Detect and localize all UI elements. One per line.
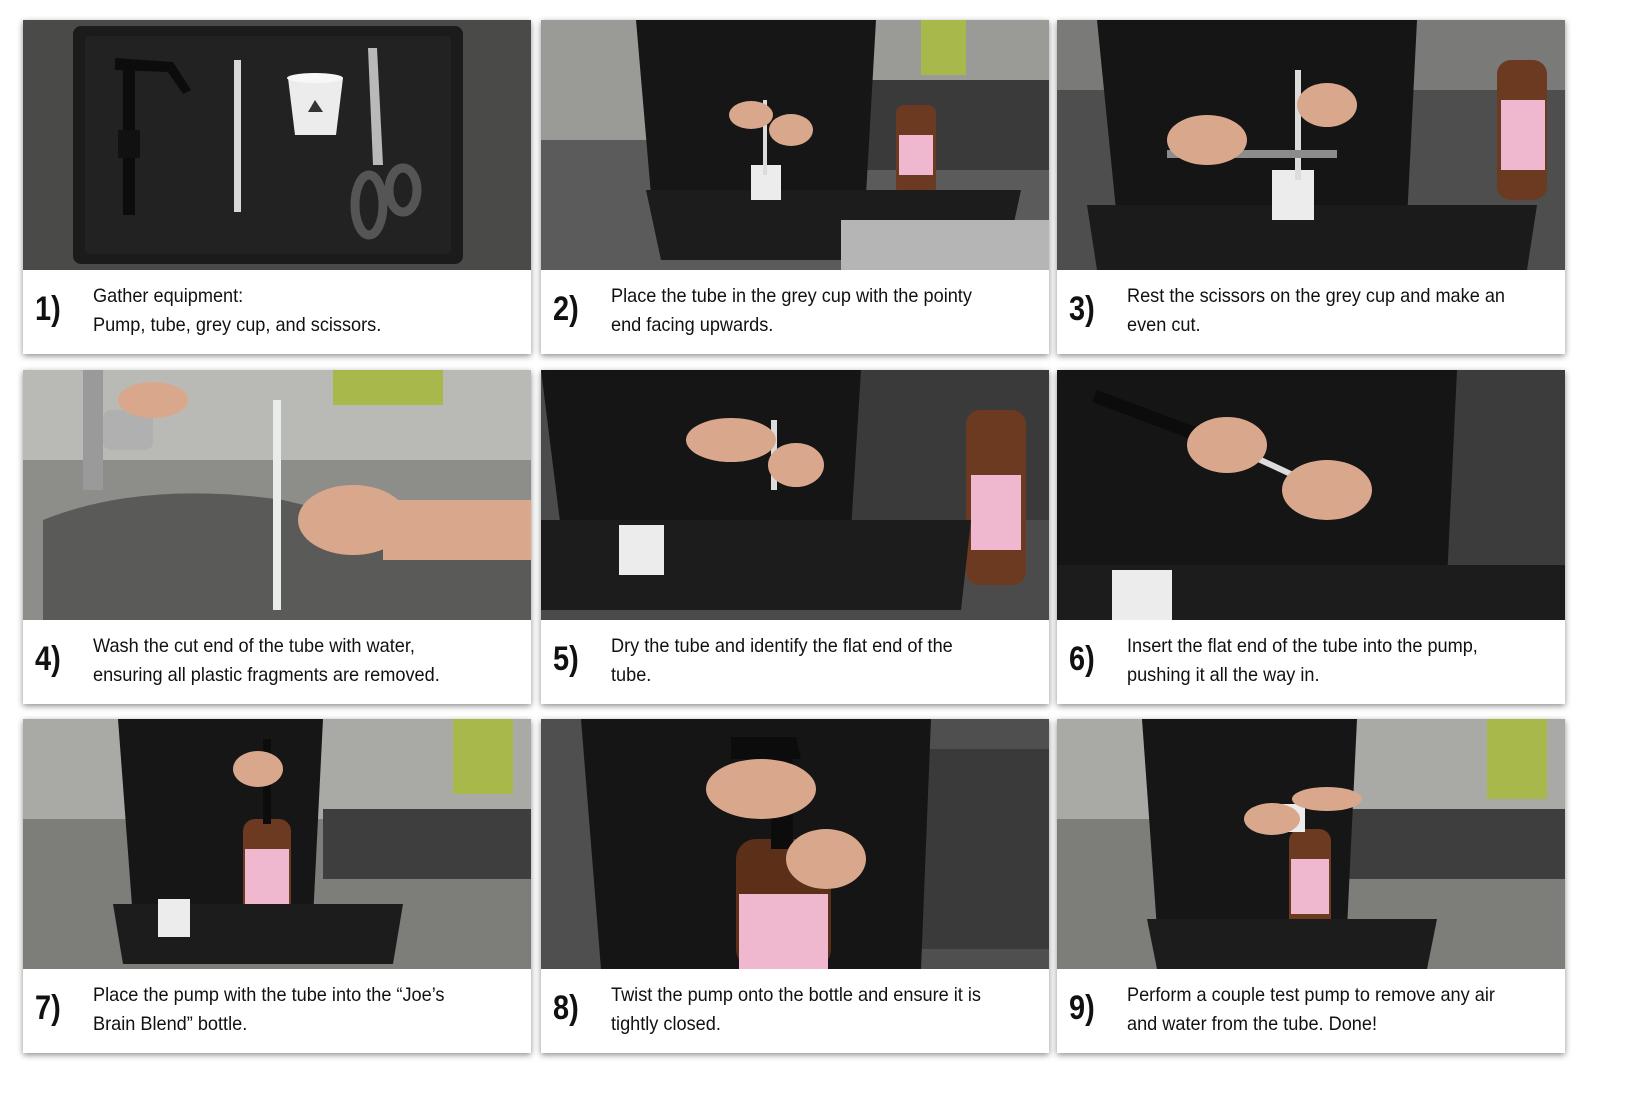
placing-pump-photo	[23, 719, 531, 969]
step-number: 7)	[35, 989, 61, 1027]
equipment-photo	[23, 20, 531, 270]
step-number: 3)	[1069, 290, 1095, 328]
step-number: 9)	[1069, 989, 1095, 1027]
step-caption: 9) Perform a couple test pump to remove …	[1057, 969, 1565, 1053]
step-description: Rest the scissors on the grey cup and ma…	[1127, 285, 1506, 336]
step-description: Wash the cut end of the tube with water,…	[93, 635, 440, 686]
drying-tube-photo	[541, 370, 1049, 620]
step-number: 2)	[553, 290, 579, 328]
step-card-9: 9) Perform a couple test pump to remove …	[1057, 719, 1565, 1053]
step-card-8: 8) Twist the pump onto the bottle and en…	[541, 719, 1049, 1053]
step-number: 8)	[553, 989, 579, 1027]
step-number: 4)	[35, 640, 61, 678]
cutting-tube-photo	[1057, 20, 1565, 270]
inserting-tube-photo	[1057, 370, 1565, 620]
test-pump-photo	[1057, 719, 1565, 969]
tube-in-cup-photo	[541, 20, 1049, 270]
step-description: Dry the tube and identify the flat end o…	[611, 635, 953, 686]
step-caption: 4) Wash the cut end of the tube with wat…	[23, 620, 531, 704]
step-caption: 8) Twist the pump onto the bottle and en…	[541, 969, 1049, 1053]
step-card-6: 6) Insert the flat end of the tube into …	[1057, 370, 1565, 704]
step-number: 1)	[35, 290, 61, 328]
step-card-7: 7) Place the pump with the tube into the…	[23, 719, 531, 1053]
step-caption: 2) Place the tube in the grey cup with t…	[541, 270, 1049, 354]
step-card-1: 1) Gather equipment: Pump, tube, grey cu…	[23, 20, 531, 354]
step-caption: 3) Rest the scissors on the grey cup and…	[1057, 270, 1565, 354]
step-caption: 7) Place the pump with the tube into the…	[23, 969, 531, 1053]
step-card-3: 3) Rest the scissors on the grey cup and…	[1057, 20, 1565, 354]
step-caption: 6) Insert the flat end of the tube into …	[1057, 620, 1565, 704]
step-description: Gather equipment: Pump, tube, grey cup, …	[93, 285, 382, 336]
step-card-2: 2) Place the tube in the grey cup with t…	[541, 20, 1049, 354]
step-caption: 1) Gather equipment: Pump, tube, grey cu…	[23, 270, 531, 354]
step-description: Insert the flat end of the tube into the…	[1127, 635, 1478, 686]
step-description: Perform a couple test pump to remove any…	[1127, 984, 1495, 1035]
step-card-5: 5) Dry the tube and identify the flat en…	[541, 370, 1049, 704]
twisting-pump-photo	[541, 719, 1049, 969]
step-card-4: 4) Wash the cut end of the tube with wat…	[23, 370, 531, 704]
step-description: Twist the pump onto the bottle and ensur…	[611, 984, 981, 1035]
step-description: Place the pump with the tube into the “J…	[93, 984, 445, 1035]
step-caption: 5) Dry the tube and identify the flat en…	[541, 620, 1049, 704]
step-description: Place the tube in the grey cup with the …	[611, 285, 972, 336]
step-number: 5)	[553, 640, 579, 678]
washing-tube-photo	[23, 370, 531, 620]
step-number: 6)	[1069, 640, 1095, 678]
